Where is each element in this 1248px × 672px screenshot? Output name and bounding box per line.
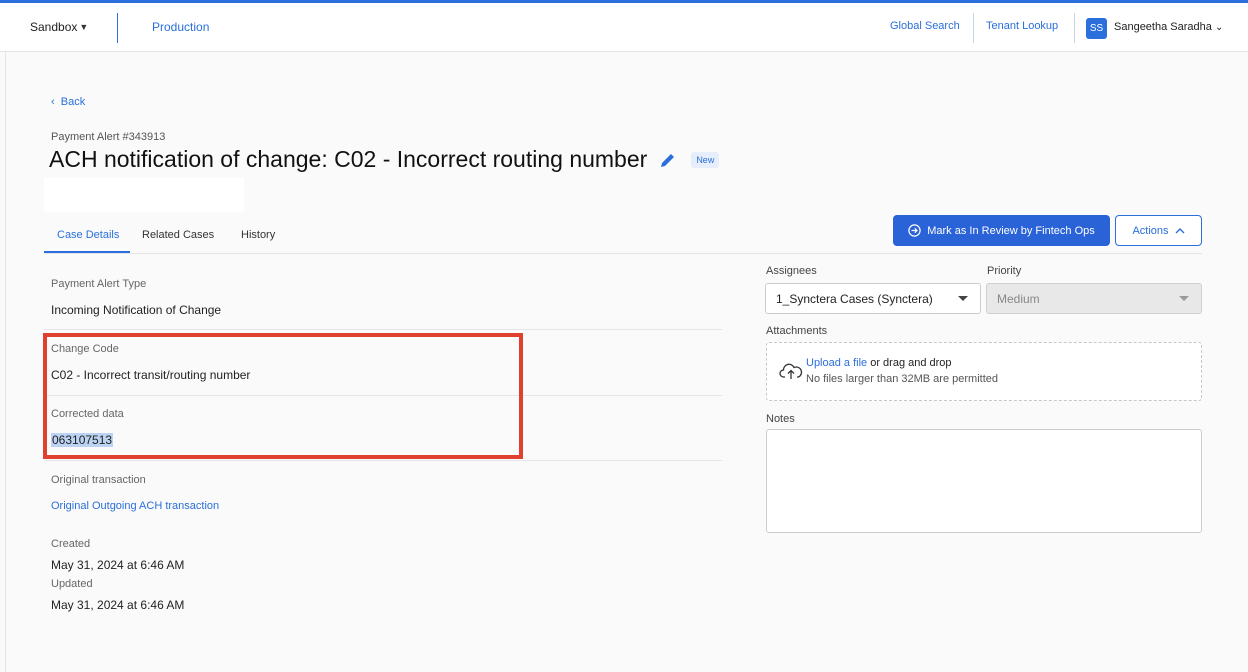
actions-label: Actions — [1132, 224, 1169, 237]
user-menu[interactable]: Sangeetha Saradha ⌄ — [1114, 21, 1223, 33]
chevron-left-icon: ‹ — [51, 96, 55, 108]
updated-label: Updated — [51, 578, 93, 590]
priority-select: Medium — [986, 283, 1202, 314]
environment-switcher[interactable]: Sandbox ▼ — [30, 20, 88, 34]
environment-label: Sandbox — [30, 20, 78, 34]
redacted-area — [44, 178, 244, 212]
payment-alert-type-value: Incoming Notification of Change — [51, 303, 222, 317]
assignees-select[interactable]: 1_Synctera Cases (Synctera) — [765, 283, 981, 314]
user-name: Sangeetha Saradha — [1114, 21, 1212, 33]
mark-in-review-button[interactable]: Mark as In Review by Fintech Ops — [893, 215, 1110, 246]
highlight-box — [43, 333, 523, 459]
attachment-dropzone[interactable]: Upload a file or drag and drop No files … — [766, 342, 1202, 401]
divider — [117, 13, 118, 43]
upload-text: Upload a file or drag and drop — [806, 357, 952, 369]
tab-case-details[interactable]: Case Details — [57, 229, 119, 241]
created-value: May 31, 2024 at 6:46 AM — [51, 558, 185, 572]
avatar[interactable]: SS — [1086, 18, 1107, 39]
left-rail — [5, 52, 6, 672]
tenant-lookup-link[interactable]: Tenant Lookup — [986, 20, 1058, 32]
original-transaction-label: Original transaction — [51, 474, 146, 486]
created-label: Created — [51, 538, 91, 550]
chevron-up-icon — [1175, 228, 1185, 234]
priority-value: Medium — [997, 291, 1040, 306]
mark-in-review-label: Mark as In Review by Fintech Ops — [927, 224, 1095, 237]
notes-label: Notes — [766, 413, 795, 425]
alert-id: Payment Alert #343913 — [51, 131, 166, 143]
chevron-down-icon: ⌄ — [1214, 22, 1224, 33]
attachments-label: Attachments — [766, 325, 828, 337]
tab-related-cases[interactable]: Related Cases — [142, 229, 214, 241]
cloud-upload-icon — [779, 363, 803, 379]
payment-alert-type-label: Payment Alert Type — [51, 278, 147, 290]
top-navigation-bar: Sandbox ▼ Production Global Search Tenan… — [0, 0, 1248, 52]
divider — [44, 329, 722, 330]
status-badge: New — [691, 151, 720, 168]
dropdown-arrow-icon — [958, 296, 968, 301]
updated-value: May 31, 2024 at 6:46 AM — [51, 598, 185, 612]
divider — [1074, 13, 1075, 43]
arrow-circle-right-icon — [908, 224, 921, 237]
tab-history[interactable]: History — [241, 229, 275, 241]
divider — [44, 460, 722, 461]
upload-note: No files larger than 32MB are permitted — [806, 373, 998, 385]
priority-label: Priority — [987, 265, 1022, 277]
back-label: Back — [60, 96, 86, 108]
page-title-row: ACH notification of change: C02 - Incorr… — [49, 146, 720, 173]
upload-rest-text: or drag and drop — [867, 357, 952, 369]
actions-button[interactable]: Actions — [1115, 215, 1202, 246]
caret-down-icon: ▼ — [79, 22, 89, 32]
global-search-link[interactable]: Global Search — [890, 20, 960, 32]
page-title: ACH notification of change: C02 - Incorr… — [49, 146, 648, 172]
active-tab-indicator — [44, 251, 130, 253]
assignees-label: Assignees — [766, 265, 817, 277]
upload-file-link[interactable]: Upload a file — [806, 357, 867, 369]
dropdown-arrow-icon — [1179, 296, 1189, 301]
original-transaction-link[interactable]: Original Outgoing ACH transaction — [51, 500, 219, 512]
assignees-value: 1_Synctera Cases (Synctera) — [776, 291, 933, 306]
pencil-icon[interactable] — [659, 151, 677, 169]
production-link[interactable]: Production — [152, 20, 209, 34]
divider — [973, 13, 974, 43]
back-link[interactable]: ‹ Back — [51, 96, 85, 108]
notes-textarea[interactable] — [766, 429, 1202, 533]
